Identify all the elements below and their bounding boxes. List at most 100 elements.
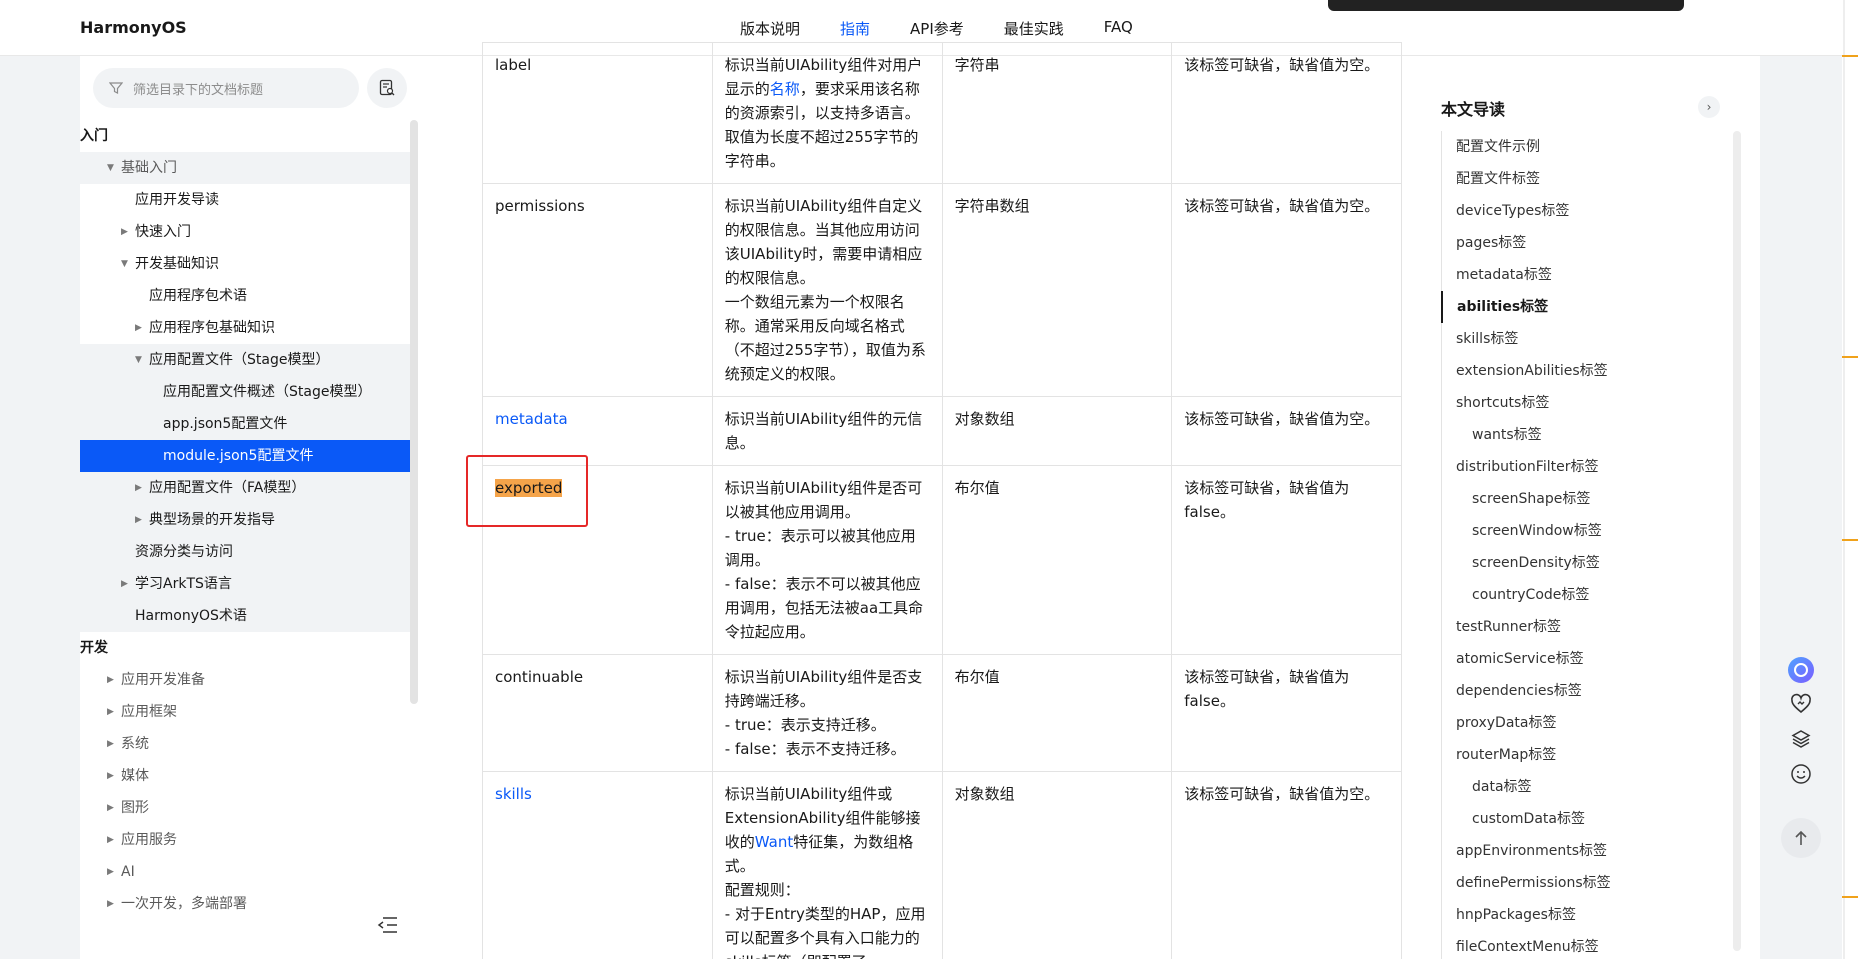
- layers-button[interactable]: [1786, 724, 1816, 754]
- tree-item[interactable]: ▶ 应用框架: [80, 696, 411, 728]
- collapse-sidebar-icon[interactable]: [377, 916, 399, 934]
- toc-item[interactable]: deviceTypes标签: [1442, 195, 1701, 227]
- caret-right-icon[interactable]: ▶: [107, 664, 114, 696]
- tree-item[interactable]: ▶ 典型场景的开发指导: [80, 504, 411, 536]
- tree-item[interactable]: ▶ 快速入门: [80, 216, 411, 248]
- toc-item[interactable]: testRunner标签: [1442, 611, 1701, 643]
- toc-item[interactable]: pages标签: [1442, 227, 1701, 259]
- caret-down-icon[interactable]: ▼: [107, 152, 114, 184]
- brand-logo[interactable]: HarmonyOS: [80, 18, 187, 37]
- table-row: metadata 标识当前UIAbility组件的元信息。 对象数组 该标签可缺省，缺…: [482, 396, 1402, 466]
- toc-item[interactable]: abilities标签: [1441, 291, 1701, 323]
- caret-right-icon[interactable]: ▶: [135, 504, 142, 536]
- tree-item[interactable]: 应用程序包术语: [80, 280, 411, 312]
- caret-right-icon[interactable]: ▶: [107, 856, 114, 888]
- toc-item[interactable]: shortcuts标签: [1442, 387, 1701, 419]
- desc-link[interactable]: Want: [755, 833, 793, 851]
- toc-list: 配置文件示例 配置文件标签 deviceTypes标签 pages标签 metadata…: [1441, 131, 1701, 959]
- tree-item[interactable]: ▶ 系统: [80, 728, 411, 760]
- toc-item[interactable]: distributionFilter标签: [1442, 451, 1701, 483]
- caret-right-icon[interactable]: ▶: [107, 760, 114, 792]
- chevron-right-icon[interactable]: ›: [1698, 96, 1720, 118]
- desc-link[interactable]: 名称: [770, 80, 800, 98]
- tree-item[interactable]: ▶ 一次开发，多端部署: [80, 888, 411, 920]
- tree-section[interactable]: 开发: [80, 632, 411, 664]
- caret-right-icon[interactable]: ▶: [121, 568, 128, 600]
- nav-item[interactable]: 最佳实践: [1004, 18, 1064, 39]
- table-row: continuable 标识当前UIAbility组件是否支持跨端迁移。 - tru…: [482, 654, 1402, 772]
- caret-right-icon[interactable]: ▶: [135, 312, 142, 344]
- filter-input[interactable]: 筛选目录下的文档标题: [93, 68, 359, 108]
- tree-item[interactable]: ▶ 应用程序包基础知识: [80, 312, 411, 344]
- tree-item-label: 开发基础知识: [135, 256, 219, 272]
- desc-paragraph: 标识当前UIAbility组件是否可以被其他应用调用。: [724, 479, 923, 521]
- toc-item[interactable]: fileContextMenu标签: [1442, 931, 1701, 959]
- tree-item[interactable]: 应用开发导读: [80, 184, 411, 216]
- tree-item[interactable]: ▼ 应用配置文件（Stage模型）: [80, 344, 411, 376]
- tree-item[interactable]: ▶ 应用服务: [80, 824, 411, 856]
- sidebar-scrollbar[interactable]: [410, 120, 418, 704]
- caret-right-icon[interactable]: ▶: [107, 728, 114, 760]
- attr-type-cell: 对象数组: [941, 396, 1173, 466]
- toc-item[interactable]: metadata标签: [1442, 259, 1701, 291]
- tree-item[interactable]: HarmonyOS术语: [80, 600, 411, 632]
- nav-item[interactable]: API参考: [910, 18, 964, 39]
- caret-right-icon[interactable]: ▶: [107, 824, 114, 856]
- tree-item[interactable]: ▶ 应用配置文件（FA模型）: [80, 472, 411, 504]
- caret-down-icon[interactable]: ▼: [135, 344, 142, 376]
- attr-name-cell: label: [482, 42, 713, 184]
- feedback-button[interactable]: [1786, 759, 1816, 789]
- caret-right-icon[interactable]: ▶: [121, 216, 128, 248]
- tree-item[interactable]: module.json5配置文件: [80, 440, 411, 472]
- nav-item[interactable]: 指南: [840, 18, 870, 39]
- tree-item[interactable]: app.json5配置文件: [80, 408, 411, 440]
- table-row: label 标识当前UIAbility组件对用户显示的名称，要求采用该名称的资源索…: [482, 42, 1402, 184]
- assistant-icon: [1788, 657, 1814, 683]
- tree-item-label: 媒体: [121, 768, 149, 784]
- toc-item[interactable]: screenWindow标签: [1442, 515, 1701, 547]
- toc-item[interactable]: wants标签: [1442, 419, 1701, 451]
- toc-item[interactable]: routerMap标签: [1442, 739, 1701, 771]
- doc-search-button[interactable]: [367, 68, 407, 108]
- tree-item[interactable]: ▶ 学习ArkTS语言: [80, 568, 411, 600]
- toc-item[interactable]: 配置文件示例: [1442, 131, 1701, 163]
- toc-item[interactable]: skills标签: [1442, 323, 1701, 355]
- tree-section[interactable]: 入门: [80, 120, 411, 152]
- attr-name-link[interactable]: skills: [495, 785, 532, 803]
- favorite-button[interactable]: [1786, 689, 1816, 719]
- tree-item[interactable]: ▼ 开发基础知识: [80, 248, 411, 280]
- tree-item[interactable]: 资源分类与访问: [80, 536, 411, 568]
- toc-item[interactable]: dependencies标签: [1442, 675, 1701, 707]
- toc-item[interactable]: screenShape标签: [1442, 483, 1701, 515]
- caret-right-icon[interactable]: ▶: [107, 696, 114, 728]
- tree-item[interactable]: ▶ 图形: [80, 792, 411, 824]
- caret-right-icon[interactable]: ▶: [135, 472, 142, 504]
- attr-name-link[interactable]: metadata: [495, 410, 568, 428]
- caret-right-icon[interactable]: ▶: [107, 888, 114, 920]
- table-row: exported 标识当前UIAbility组件是否可以被其他应用调用。 - tru…: [482, 465, 1402, 655]
- tree-item[interactable]: ▶ 应用开发准备: [80, 664, 411, 696]
- tree-item[interactable]: ▶ AI: [80, 856, 411, 888]
- toc-item[interactable]: data标签: [1442, 771, 1701, 803]
- back-to-top-button[interactable]: [1781, 818, 1821, 858]
- toc-item[interactable]: screenDensity标签: [1442, 547, 1701, 579]
- nav-item[interactable]: 版本说明: [740, 18, 800, 39]
- toc-item[interactable]: appEnvironments标签: [1442, 835, 1701, 867]
- tree-item[interactable]: ▼ 基础入门: [80, 152, 411, 184]
- caret-right-icon[interactable]: ▶: [107, 792, 114, 824]
- toc-scrollbar[interactable]: [1733, 131, 1741, 951]
- toc-item[interactable]: definePermissions标签: [1442, 867, 1701, 899]
- toc-item[interactable]: extensionAbilities标签: [1442, 355, 1701, 387]
- toc-item[interactable]: countryCode标签: [1442, 579, 1701, 611]
- nav-item[interactable]: FAQ: [1104, 18, 1133, 39]
- assistant-button[interactable]: [1786, 655, 1816, 685]
- toc-item[interactable]: hnpPackages标签: [1442, 899, 1701, 931]
- toc-item[interactable]: atomicService标签: [1442, 643, 1701, 675]
- annotation-box: [466, 455, 588, 527]
- tree-item[interactable]: 应用配置文件概述（Stage模型）: [80, 376, 411, 408]
- caret-down-icon[interactable]: ▼: [121, 248, 128, 280]
- tree-item[interactable]: ▶ 媒体: [80, 760, 411, 792]
- toc-item[interactable]: 配置文件标签: [1442, 163, 1701, 195]
- toc-item[interactable]: customData标签: [1442, 803, 1701, 835]
- toc-item[interactable]: proxyData标签: [1442, 707, 1701, 739]
